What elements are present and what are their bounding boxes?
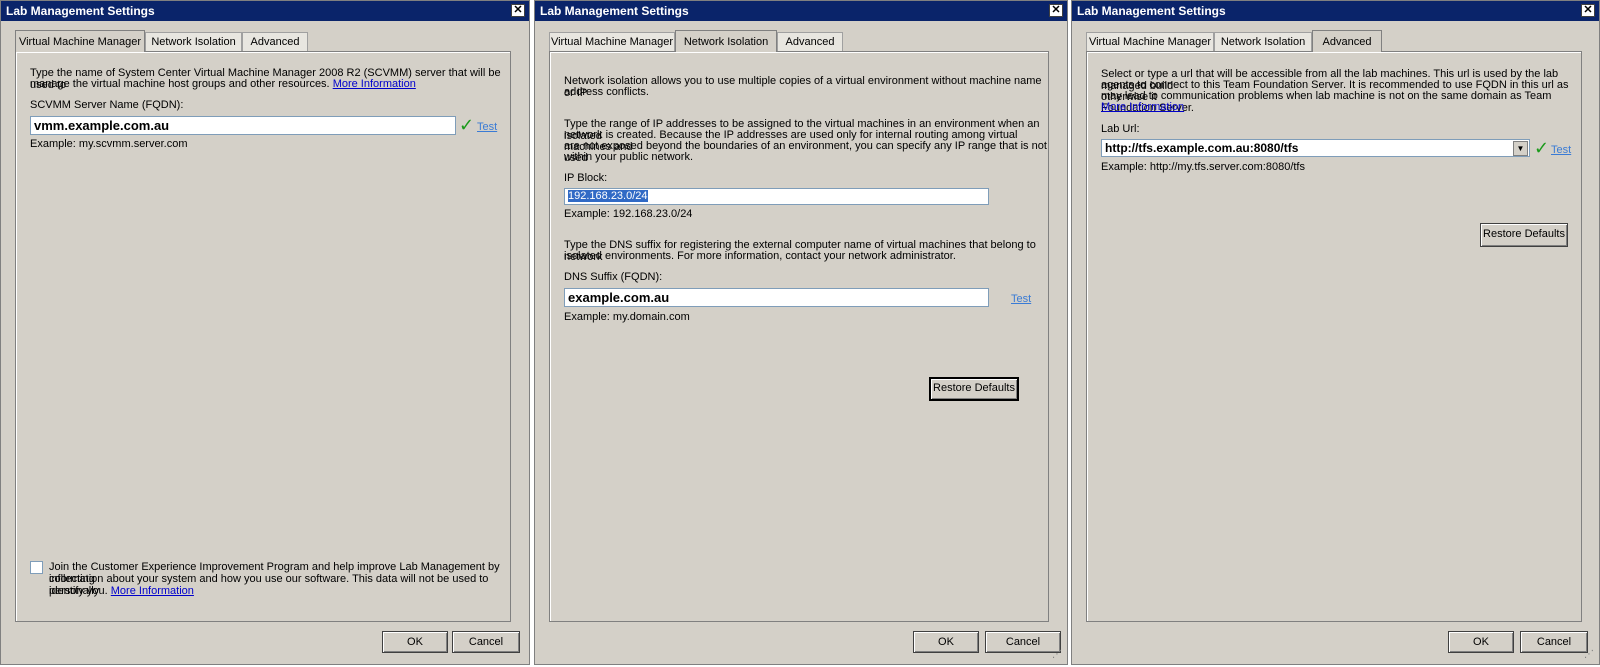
tab-advanced[interactable]: Advanced [1312, 30, 1382, 52]
ok-button[interactable]: OK [382, 631, 448, 653]
tab-advanced[interactable]: Advanced [242, 32, 308, 51]
tab-virtual-machine-manager[interactable]: Virtual Machine Manager [1086, 32, 1214, 51]
title-bar: Lab Management Settings ✕ [535, 1, 1067, 21]
description-line-2: manage the virtual machine host groups a… [30, 78, 416, 90]
close-button[interactable]: ✕ [511, 4, 525, 17]
resize-grip-icon[interactable]: ⋰ [1052, 649, 1064, 661]
ip-block-example: Example: 192.168.23.0/24 [564, 208, 693, 220]
close-button[interactable]: ✕ [1581, 4, 1595, 17]
resize-grip-icon[interactable]: ⋰ [1584, 649, 1596, 661]
tab-panel: Network isolation allows you to use mult… [549, 51, 1049, 622]
cancel-button[interactable]: Cancel [985, 631, 1061, 653]
more-information-link[interactable]: More Information [1101, 101, 1184, 113]
ceip-checkbox[interactable] [30, 561, 43, 574]
dns-suffix-label: DNS Suffix (FQDN): [564, 271, 663, 283]
test-link[interactable]: Test [1551, 144, 1571, 156]
dialog-title: Lab Management Settings [540, 4, 689, 18]
restore-defaults-button[interactable]: Restore Defaults [1480, 223, 1568, 247]
settings-dialog-network-isolation: Lab Management Settings ✕ Virtual Machin… [534, 0, 1068, 665]
dialog-title: Lab Management Settings [6, 4, 155, 18]
ip-block-label: IP Block: [564, 172, 608, 184]
lab-url-value: http://tfs.example.com.au:8080/tfs [1105, 141, 1299, 155]
check-icon: ✓ [459, 115, 475, 135]
ok-button[interactable]: OK [1448, 631, 1514, 653]
title-bar: Lab Management Settings ✕ [1072, 1, 1599, 21]
intro-line-2: address conflicts. [564, 86, 649, 98]
test-link[interactable]: Test [477, 121, 497, 133]
tab-network-isolation[interactable]: Network Isolation [675, 30, 777, 52]
tab-network-isolation[interactable]: Network Isolation [145, 32, 242, 51]
chevron-down-icon[interactable]: ▼ [1513, 141, 1528, 156]
dialog-title: Lab Management Settings [1077, 4, 1226, 18]
tab-advanced[interactable]: Advanced [777, 32, 843, 51]
settings-dialog-vmm: Lab Management Settings ✕ Virtual Machin… [0, 0, 530, 665]
test-link[interactable]: Test [1011, 293, 1031, 305]
lab-url-example: Example: http://my.tfs.server.com:8080/t… [1101, 161, 1305, 173]
ok-button[interactable]: OK [913, 631, 979, 653]
server-name-label: SCVMM Server Name (FQDN): [30, 99, 184, 111]
settings-dialog-advanced: Lab Management Settings ✕ Virtual Machin… [1071, 0, 1600, 665]
server-example: Example: my.scvmm.server.com [30, 138, 188, 150]
dns-suffix-example: Example: my.domain.com [564, 311, 690, 323]
ceip-text-line-3: identify you. More Information [49, 585, 194, 597]
dns-desc-line-2: isolated environments. For more informat… [564, 250, 956, 262]
tab-network-isolation[interactable]: Network Isolation [1214, 32, 1312, 51]
close-button[interactable]: ✕ [1049, 4, 1063, 17]
ip-desc-line-4: within your public network. [564, 151, 694, 163]
cancel-button[interactable]: Cancel [452, 631, 520, 653]
lab-url-combobox[interactable]: http://tfs.example.com.au:8080/tfs ▼ [1101, 139, 1530, 157]
tab-virtual-machine-manager[interactable]: Virtual Machine Manager [15, 30, 145, 52]
tab-panel: Type the name of System Center Virtual M… [15, 51, 511, 622]
server-name-input[interactable]: vmm.example.com.au [30, 116, 456, 135]
ip-block-input[interactable]: 192.168.23.0/24 [564, 188, 989, 205]
more-information-link[interactable]: More Information [333, 78, 416, 90]
dns-suffix-input[interactable]: example.com.au [564, 288, 989, 307]
check-icon: ✓ [1534, 138, 1550, 158]
restore-defaults-button[interactable]: Restore Defaults [929, 377, 1019, 401]
cancel-button[interactable]: Cancel [1520, 631, 1588, 653]
ip-block-value: 192.168.23.0/24 [568, 190, 648, 202]
tab-virtual-machine-manager[interactable]: Virtual Machine Manager [549, 32, 675, 51]
ceip-more-information-link[interactable]: More Information [111, 585, 194, 597]
tab-panel: Select or type a url that will be access… [1086, 51, 1582, 622]
title-bar: Lab Management Settings ✕ [1, 1, 529, 21]
lab-url-label: Lab Url: [1101, 123, 1140, 135]
